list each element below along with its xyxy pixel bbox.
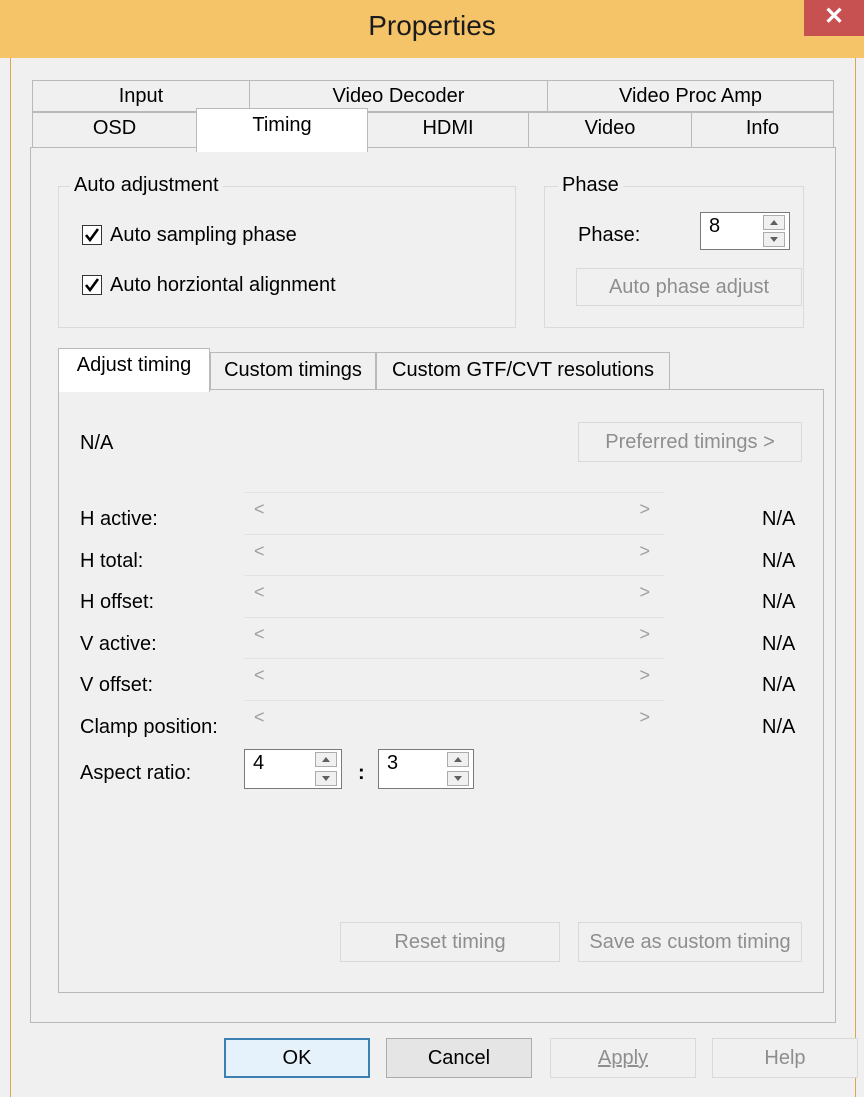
timing-row-label: H active: xyxy=(80,508,158,530)
slider-left-arrow-icon[interactable]: < xyxy=(254,582,265,603)
phase-up-button[interactable] xyxy=(763,215,785,230)
aspect-ratio-label: Aspect ratio: xyxy=(80,762,192,784)
cancel-button[interactable]: Cancel xyxy=(386,1038,532,1078)
slider-left-arrow-icon[interactable]: < xyxy=(254,707,265,728)
timing-row-label: Clamp position: xyxy=(80,716,218,738)
arrow-down-icon xyxy=(454,776,462,781)
slider-right-arrow-icon[interactable]: > xyxy=(639,707,650,728)
tab-info[interactable]: Info xyxy=(691,112,834,148)
ok-button[interactable]: OK xyxy=(224,1038,370,1078)
tab-video-proc-amp[interactable]: Video Proc Amp xyxy=(547,80,834,112)
timing-row-value: N/A xyxy=(762,674,796,696)
tab-timing[interactable]: Timing xyxy=(196,108,368,152)
timing-row-label: H total: xyxy=(80,550,144,572)
phase-label: Phase: xyxy=(578,224,641,246)
timing-row-slider[interactable]: < > xyxy=(244,492,664,526)
timing-row-value: N/A xyxy=(762,508,796,530)
auto-phase-adjust-button[interactable]: Auto phase adjust xyxy=(576,268,802,306)
slider-right-arrow-icon[interactable]: > xyxy=(639,541,650,562)
title-bar[interactable]: Properties ✕ xyxy=(0,0,864,58)
tab-hdmi[interactable]: HDMI xyxy=(367,112,529,148)
reset-timing-button[interactable]: Reset timing xyxy=(340,922,560,962)
timing-row-label: V active: xyxy=(80,633,157,655)
aspect-width-down-button[interactable] xyxy=(315,771,337,786)
timing-row-value: N/A xyxy=(762,633,796,655)
preferred-timings-button[interactable]: Preferred timings > xyxy=(578,422,802,462)
slider-right-arrow-icon[interactable]: > xyxy=(639,582,650,603)
timing-row-slider[interactable]: < > xyxy=(244,658,664,692)
phase-legend: Phase xyxy=(558,174,623,197)
slider-right-arrow-icon[interactable]: > xyxy=(639,499,650,520)
auto-adjustment-legend: Auto adjustment xyxy=(70,174,223,197)
phase-value[interactable]: 8 xyxy=(709,215,720,238)
arrow-down-icon xyxy=(770,237,778,242)
properties-window: Properties ✕ Input Video Decoder Video P… xyxy=(0,0,864,1097)
timing-row-slider[interactable]: < > xyxy=(244,700,664,734)
phase-down-button[interactable] xyxy=(763,232,785,247)
close-button[interactable]: ✕ xyxy=(804,0,864,36)
slider-left-arrow-icon[interactable]: < xyxy=(254,541,265,562)
aspect-width-spinbox[interactable]: 4 xyxy=(244,749,342,789)
inner-tab-custom-timings[interactable]: Custom timings xyxy=(210,352,376,390)
timing-row-slider[interactable]: < > xyxy=(244,617,664,651)
aspect-height-spinbox[interactable]: 3 xyxy=(378,749,474,789)
save-custom-timing-button[interactable]: Save as custom timing xyxy=(578,922,802,962)
aspect-width-up-button[interactable] xyxy=(315,752,337,767)
window-title: Properties xyxy=(368,10,496,41)
auto-sampling-phase-checkbox[interactable] xyxy=(82,225,102,245)
slider-left-arrow-icon[interactable]: < xyxy=(254,665,265,686)
arrow-down-icon xyxy=(322,776,330,781)
timing-row-slider[interactable]: < > xyxy=(244,534,664,568)
arrow-up-icon xyxy=(322,757,330,762)
checkmark-icon xyxy=(84,278,100,293)
aspect-height-down-button[interactable] xyxy=(447,771,469,786)
auto-adjustment-group xyxy=(58,186,516,328)
inner-tab-custom-gtf-cvt[interactable]: Custom GTF/CVT resolutions xyxy=(376,352,670,390)
timing-row-label: H offset: xyxy=(80,591,155,613)
apply-button[interactable]: Apply xyxy=(550,1038,696,1078)
aspect-height-up-button[interactable] xyxy=(447,752,469,767)
checkmark-icon xyxy=(84,228,100,243)
timing-row-slider[interactable]: < > xyxy=(244,575,664,609)
arrow-up-icon xyxy=(454,757,462,762)
aspect-width-value[interactable]: 4 xyxy=(253,752,264,775)
auto-horizontal-alignment-checkbox[interactable] xyxy=(82,275,102,295)
aspect-separator: : xyxy=(358,762,365,784)
help-button[interactable]: Help xyxy=(712,1038,858,1078)
tab-osd[interactable]: OSD xyxy=(32,112,197,148)
timing-row-value: N/A xyxy=(762,550,796,572)
timing-row-value: N/A xyxy=(762,716,796,738)
aspect-height-value[interactable]: 3 xyxy=(387,752,398,775)
slider-left-arrow-icon[interactable]: < xyxy=(254,499,265,520)
timing-row-value: N/A xyxy=(762,591,796,613)
auto-sampling-phase-label[interactable]: Auto sampling phase xyxy=(110,224,297,247)
slider-right-arrow-icon[interactable]: > xyxy=(639,624,650,645)
inner-tab-adjust-timing[interactable]: Adjust timing xyxy=(58,348,210,392)
arrow-up-icon xyxy=(770,220,778,225)
tab-video[interactable]: Video xyxy=(528,112,692,148)
phase-spinbox[interactable]: 8 xyxy=(700,212,790,250)
slider-right-arrow-icon[interactable]: > xyxy=(639,665,650,686)
auto-horizontal-alignment-label[interactable]: Auto horziontal alignment xyxy=(110,274,336,297)
timing-status: N/A xyxy=(80,432,114,454)
phase-group xyxy=(544,186,804,328)
slider-left-arrow-icon[interactable]: < xyxy=(254,624,265,645)
timing-row-label: V offset: xyxy=(80,674,154,696)
